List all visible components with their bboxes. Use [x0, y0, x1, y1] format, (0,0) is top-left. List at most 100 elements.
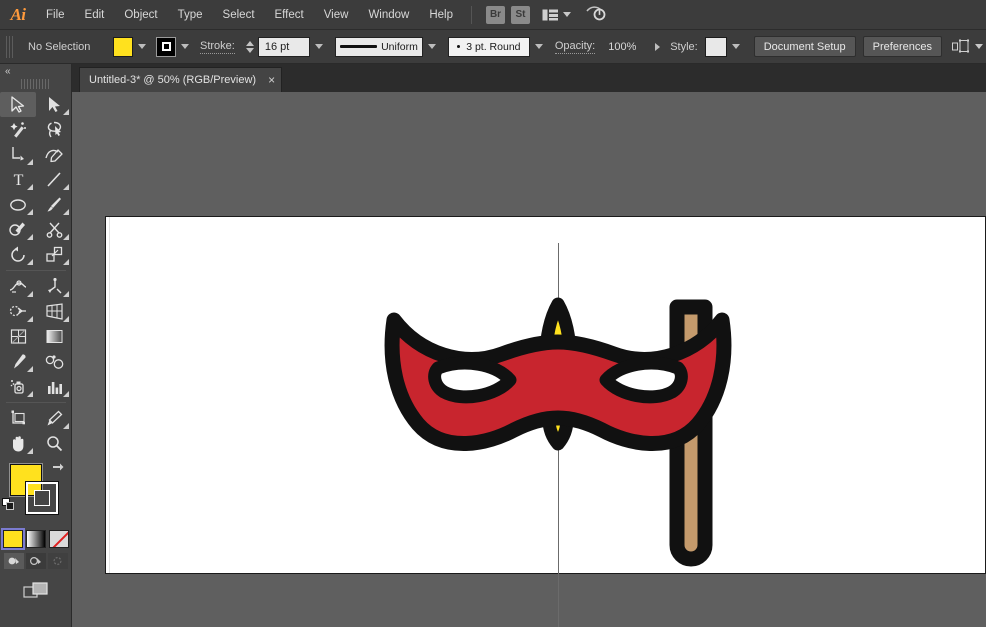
- stock-button[interactable]: St: [511, 6, 530, 24]
- slice-tool[interactable]: [36, 406, 72, 431]
- ellipse-tool[interactable]: [0, 192, 36, 217]
- draw-behind-button[interactable]: [26, 553, 46, 569]
- menu-window[interactable]: Window: [358, 0, 419, 30]
- color-mode-button[interactable]: [3, 530, 23, 548]
- change-screen-mode-button[interactable]: [0, 581, 71, 601]
- rotate-tool[interactable]: [0, 242, 36, 267]
- tools-panel-header: «: [0, 64, 71, 78]
- align-to-artboard-button[interactable]: [952, 39, 983, 54]
- menu-view[interactable]: View: [314, 0, 359, 30]
- mesh-tool[interactable]: [0, 324, 36, 349]
- stroke-color-box[interactable]: [26, 482, 58, 514]
- change-screen-mode-icon: [23, 581, 49, 601]
- graphic-style-dropdown[interactable]: [728, 37, 744, 57]
- selection-tool-icon: [10, 96, 26, 113]
- brush-definition-select[interactable]: 3 pt. Round: [448, 37, 530, 57]
- line-segment-tool-icon: [46, 171, 62, 188]
- brush-preview-icon: [457, 45, 460, 48]
- menu-select[interactable]: Select: [213, 0, 265, 30]
- menu-object[interactable]: Object: [114, 0, 167, 30]
- shaper-tool-icon: [9, 221, 27, 238]
- stroke-profile-select[interactable]: Uniform: [335, 37, 423, 57]
- document-setup-button[interactable]: Document Setup: [754, 36, 856, 57]
- search-icon: [585, 4, 607, 22]
- menu-effect[interactable]: Effect: [265, 0, 314, 30]
- line-segment-tool[interactable]: [36, 167, 72, 192]
- direct-selection-tool[interactable]: [36, 92, 72, 117]
- menu-bar: Ai File Edit Object Type Select Effect V…: [0, 0, 986, 30]
- close-icon[interactable]: ×: [268, 74, 275, 86]
- slice-tool-icon: [46, 410, 63, 427]
- zoom-tool-icon: [46, 435, 63, 452]
- draw-inside-button[interactable]: [48, 553, 68, 569]
- zoom-tool[interactable]: [36, 431, 72, 456]
- pen-tool[interactable]: [0, 142, 36, 167]
- paintbrush-tool[interactable]: [36, 192, 72, 217]
- chevron-down-icon: [563, 12, 571, 17]
- artboard-tool-icon: [10, 410, 27, 427]
- curvature-tool[interactable]: [36, 142, 72, 167]
- curvature-tool-icon: [45, 146, 63, 163]
- shaper-tool[interactable]: [0, 217, 36, 242]
- stroke-swatch-dropdown[interactable]: [177, 37, 193, 57]
- scale-tool[interactable]: [36, 242, 72, 267]
- opacity-flyout-button[interactable]: [650, 37, 664, 57]
- collapse-panel-icon[interactable]: «: [5, 66, 10, 77]
- arrange-documents-icon: [542, 8, 559, 22]
- tool-divider: [6, 270, 66, 271]
- stroke-profile-value: Uniform: [381, 41, 418, 53]
- blend-tool[interactable]: [36, 349, 72, 374]
- opacity-label: Opacity:: [555, 40, 595, 54]
- control-bar-grip[interactable]: [6, 36, 15, 58]
- draw-mode-buttons: [0, 553, 71, 569]
- draw-normal-button[interactable]: [4, 553, 24, 569]
- stroke-swatch[interactable]: [156, 37, 176, 57]
- canvas-area[interactable]: [72, 92, 986, 627]
- style-label: Style:: [670, 41, 698, 53]
- none-mode-button[interactable]: [49, 530, 69, 548]
- tools-panel-grip[interactable]: [21, 79, 51, 89]
- stroke-profile-preview-icon: [340, 45, 377, 48]
- stroke-profile-dropdown[interactable]: [424, 37, 440, 57]
- tools-panel: «: [0, 64, 72, 627]
- eyedropper-tool[interactable]: [0, 349, 36, 374]
- stroke-weight-stepper[interactable]: [246, 41, 254, 53]
- menu-help[interactable]: Help: [419, 0, 463, 30]
- menu-edit[interactable]: Edit: [75, 0, 115, 30]
- column-graph-tool[interactable]: [36, 374, 72, 399]
- type-tool[interactable]: T: [0, 167, 36, 192]
- free-transform-tool[interactable]: [36, 274, 72, 299]
- document-tab[interactable]: Untitled-3* @ 50% (RGB/Preview) ×: [79, 67, 282, 92]
- menu-file[interactable]: File: [36, 0, 75, 30]
- bridge-button[interactable]: Br: [486, 6, 505, 24]
- magic-wand-tool[interactable]: [0, 117, 36, 142]
- hand-tool[interactable]: [0, 431, 36, 456]
- search-button[interactable]: [585, 4, 607, 25]
- shape-builder-tool[interactable]: [0, 299, 36, 324]
- graphic-style-swatch[interactable]: [705, 37, 727, 57]
- artboard-tool[interactable]: [0, 406, 36, 431]
- brush-definition-value: 3 pt. Round: [466, 41, 520, 53]
- selection-tool[interactable]: [0, 92, 36, 117]
- artboard-inner-edge: [109, 217, 110, 573]
- symbol-sprayer-tool[interactable]: [0, 374, 36, 399]
- gradient-mode-button[interactable]: [26, 530, 46, 548]
- perspective-grid-tool[interactable]: [36, 299, 72, 324]
- width-tool[interactable]: [0, 274, 36, 299]
- stroke-weight-dropdown[interactable]: [311, 37, 327, 57]
- type-tool-icon: T: [11, 171, 26, 188]
- gradient-tool[interactable]: [36, 324, 72, 349]
- stroke-weight-input[interactable]: 16 pt: [258, 37, 310, 57]
- arrange-documents-button[interactable]: [542, 8, 571, 22]
- swap-fill-stroke-button[interactable]: [51, 462, 65, 476]
- default-fill-stroke-button[interactable]: [2, 498, 15, 514]
- preferences-button[interactable]: Preferences: [863, 36, 942, 57]
- fill-swatch-dropdown[interactable]: [134, 37, 150, 57]
- brush-definition-dropdown[interactable]: [531, 37, 547, 57]
- ellipse-tool-icon: [9, 197, 27, 213]
- menu-type[interactable]: Type: [168, 0, 213, 30]
- lasso-tool[interactable]: [36, 117, 72, 142]
- fill-swatch[interactable]: [113, 37, 133, 57]
- opacity-input[interactable]: 100%: [602, 37, 650, 57]
- scissors-tool[interactable]: [36, 217, 72, 242]
